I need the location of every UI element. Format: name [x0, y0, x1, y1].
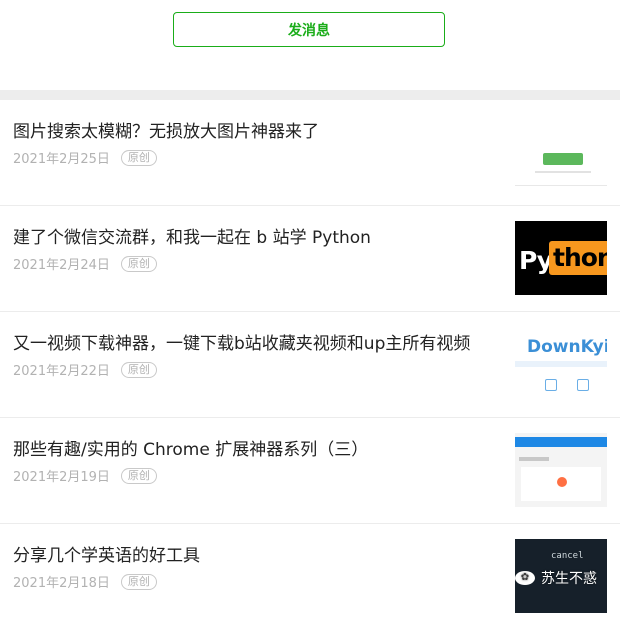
- article-date: 2021年2月24日: [13, 258, 110, 273]
- article-date: 2021年2月25日: [13, 152, 110, 167]
- watermark-text: 苏生不惑: [541, 571, 597, 587]
- download-icon: [545, 379, 557, 391]
- article-thumbnail[interactable]: [515, 115, 607, 189]
- article-meta: 2021年2月25日 原创: [13, 148, 157, 167]
- article-meta: 2021年2月24日 原创: [13, 254, 157, 273]
- send-message-button[interactable]: 发消息: [173, 12, 445, 47]
- original-badge: 原创: [120, 149, 157, 166]
- original-badge: 原创: [120, 361, 157, 378]
- article-title[interactable]: 建了个微信交流群，和我一起在 b 站学 Python: [13, 223, 493, 248]
- article-thumbnail[interactable]: DownKyi: [515, 327, 607, 401]
- original-badge: 原创: [120, 467, 157, 484]
- original-badge: 原创: [120, 255, 157, 272]
- original-badge: 原创: [120, 573, 157, 590]
- section-separator: [0, 90, 620, 100]
- watermark: ✿ 苏生不惑: [515, 568, 597, 588]
- thumb-toolbar: [515, 361, 607, 367]
- thumb-browser-bar: [515, 437, 607, 447]
- extension-icon: [557, 477, 567, 487]
- article-date: 2021年2月22日: [13, 364, 110, 379]
- thumb-divider: [515, 185, 607, 186]
- thumb-label-line: [519, 457, 549, 461]
- thumb-cancel-text: cancel: [551, 551, 584, 561]
- article-title[interactable]: 又一视频下载神器，一键下载b站收藏夹视频和up主所有视频: [13, 329, 493, 354]
- article-thumbnail[interactable]: [515, 433, 607, 507]
- article-meta: 2021年2月22日 原创: [13, 360, 157, 379]
- thumb-caption-line: [535, 171, 591, 173]
- article-meta: 2021年2月19日 原创: [13, 466, 157, 485]
- article-title[interactable]: 那些有趣/实用的 Chrome 扩展神器系列（三）: [13, 435, 493, 460]
- article-date: 2021年2月18日: [13, 576, 110, 591]
- thumb-green-button: [543, 153, 583, 165]
- article-date: 2021年2月19日: [13, 470, 110, 485]
- article-title[interactable]: 分享几个学英语的好工具: [13, 541, 493, 566]
- python-logo-thon: thon: [549, 241, 607, 275]
- article-item[interactable]: 图片搜索太模糊？无损放大图片神器来了 2021年2月25日 原创: [0, 100, 620, 206]
- article-meta: 2021年2月18日 原创: [13, 572, 157, 591]
- header-area: 发消息: [0, 0, 620, 90]
- toolbox-icon: [577, 379, 589, 391]
- article-item[interactable]: 建了个微信交流群，和我一起在 b 站学 Python 2021年2月24日 原创…: [0, 206, 620, 312]
- python-logo-py: Py: [519, 246, 553, 275]
- article-item[interactable]: 又一视频下载神器，一键下载b站收藏夹视频和up主所有视频 2021年2月22日 …: [0, 312, 620, 418]
- article-item[interactable]: 那些有趣/实用的 Chrome 扩展神器系列（三） 2021年2月19日 原创: [0, 418, 620, 524]
- article-title[interactable]: 图片搜索太模糊？无损放大图片神器来了: [13, 117, 493, 142]
- article-list: 图片搜索太模糊？无损放大图片神器来了 2021年2月25日 原创 建了个微信交流…: [0, 100, 620, 630]
- wechat-icon: ✿: [515, 571, 535, 585]
- downkyi-logo: DownKyi: [527, 337, 607, 357]
- article-thumbnail[interactable]: Py thon: [515, 221, 607, 295]
